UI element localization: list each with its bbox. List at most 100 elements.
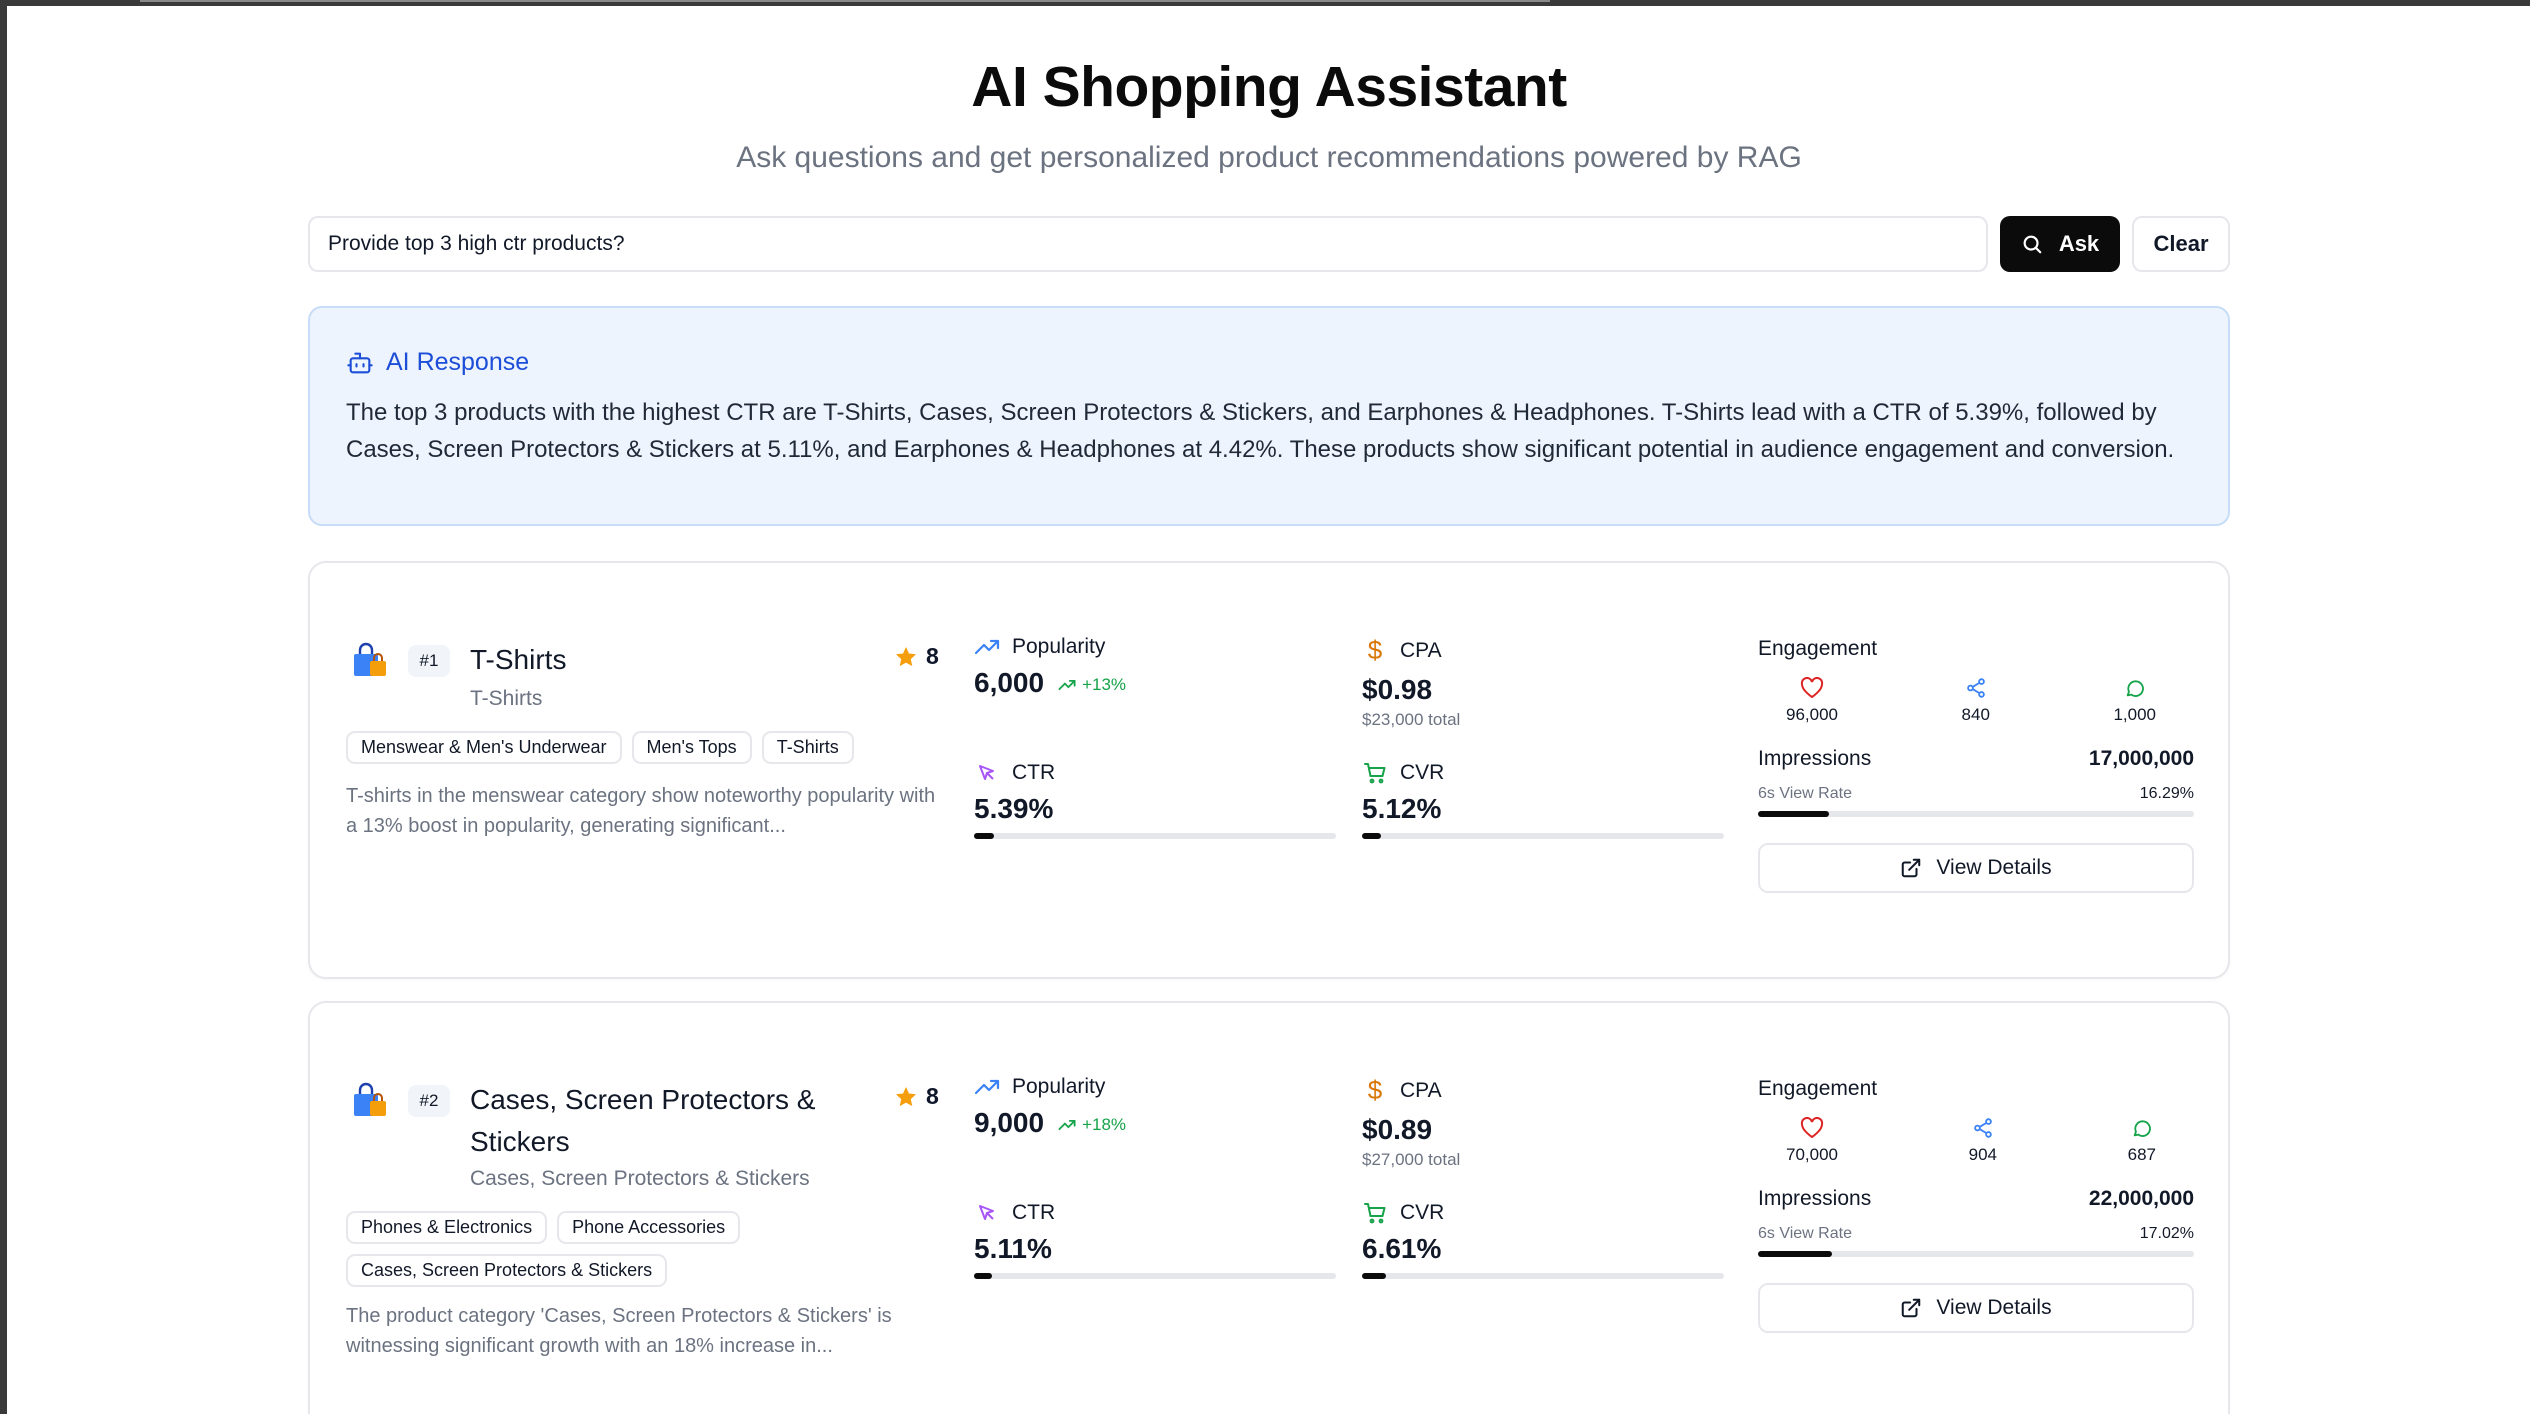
shares-stat: 904 [1969,1117,1997,1165]
popularity-value: 6,000 [974,667,1045,698]
score-badge: 8 [894,643,939,670]
popularity-trend-value: +18% [1082,1115,1127,1134]
impressions-value: 17,000,000 [2088,747,2194,770]
popularity-trend: +18% [1058,1115,1126,1135]
tag-list: Phones & Electronics Phone Accessories C… [346,1211,776,1287]
view-rate-progress [1758,811,2194,817]
ai-response-header: AI Response [346,348,529,377]
engagement-label: Engagement [1758,1077,1878,1100]
ctr-progress-fill [974,833,994,839]
cvr-metric: CVR 6.61% [1362,1201,1724,1279]
cpa-value: $0.89 [1362,1114,1433,1145]
bot-icon [347,352,373,373]
share-icon [1966,678,1985,698]
category-tag[interactable]: Phone Accessories [557,1211,741,1244]
clear-button[interactable]: Clear [2132,216,2230,272]
shares-value: 904 [1968,1145,1997,1164]
view-rate-value: 16.29% [2139,785,2194,802]
search-icon [2023,235,2042,254]
impressions-value: 22,000,000 [2088,1187,2194,1210]
rank-badge: #2 [408,1085,450,1117]
product-description: T-shirts in the menswear category show n… [346,785,936,837]
popularity-metric: Popularity 9,000 +18% [974,1075,1126,1139]
product-card: #1 T-Shirts T-Shirts 8 Menswear & Men's … [308,561,2230,979]
ai-response-label: AI Response [386,348,530,376]
cvr-progress [1362,833,1724,839]
external-link-icon [1902,858,1921,878]
ctr-progress-fill [974,1273,993,1279]
likes-value: 70,000 [1786,1145,1838,1164]
dollar-icon: $ [1367,635,1383,665]
popularity-trend: +13% [1058,675,1126,695]
category-tag[interactable]: Cases, Screen Protectors & Stickers [346,1254,668,1287]
ai-response-panel: AI Response The top 3 products with the … [308,306,2230,526]
trend-up-icon [1058,679,1076,691]
cursor-click-icon [979,1205,994,1220]
view-rate-progress-fill [1758,1251,1833,1257]
page-title: AI Shopping Assistant [971,55,1567,119]
ctr-progress [974,1273,1336,1279]
comment-icon [2133,1120,2151,1137]
product-name: T-Shirts [470,644,567,675]
view-rate-progress-fill [1758,811,1830,817]
cpa-metric: $ CPA $0.89 $27,000 total [1362,1075,1460,1170]
product-subcategory: T-Shirts [470,687,543,710]
popularity-label: Popularity [1012,635,1106,658]
popularity-trend-value: +13% [1082,675,1127,694]
star-icon [896,1086,916,1106]
product-name: Cases, Screen Protectors & Stickers [470,1084,816,1157]
category-tag[interactable]: Phones & Electronics [346,1211,548,1244]
browser-frame-left [0,0,7,1414]
trending-up-icon [974,1079,1000,1095]
heart-icon [1800,677,1824,699]
comments-stat: 1,000 [2113,677,2156,725]
category-tag[interactable]: Men's Tops [631,731,752,764]
trending-up-icon [974,639,1000,655]
heart-icon [1800,1117,1824,1139]
ctr-label: CTR [1012,1201,1056,1224]
ctr-metric: CTR 5.39% [974,761,1336,839]
impressions-label: Impressions [1758,1187,1872,1210]
comments-stat: 687 [2128,1117,2156,1165]
view-details-label: View Details [1936,856,2052,879]
ctr-value: 5.11% [974,1233,1052,1264]
cpa-total: $27,000 total [1362,1150,1461,1169]
cvr-label: CVR [1400,761,1445,784]
comments-value: 687 [2127,1145,2156,1164]
shopping-cart-icon [1364,763,1386,784]
view-rate-progress [1758,1251,2194,1257]
cpa-metric: $ CPA $0.98 $23,000 total [1362,635,1460,730]
engagement-label: Engagement [1758,637,1878,660]
cvr-metric: CVR 5.12% [1362,761,1724,839]
shopping-cart-icon [1364,1203,1386,1224]
cvr-progress [1362,1273,1724,1279]
cursor-click-icon [979,765,994,780]
trend-up-icon [1058,1119,1076,1131]
cpa-label: CPA [1400,638,1442,662]
cvr-label: CVR [1400,1201,1445,1224]
score-value: 8 [926,643,939,669]
likes-stat: 96,000 [1786,677,1838,725]
ask-button[interactable]: Ask [2000,216,2120,272]
browser-tab-highlight [140,0,1550,2]
cvr-value: 6.61% [1362,1233,1442,1264]
search-input[interactable] [308,216,1988,272]
category-tag[interactable]: T-Shirts [761,731,854,764]
shares-value: 840 [1961,705,1990,724]
ctr-label: CTR [1012,761,1056,784]
shopping-bag-icon [354,642,386,676]
cpa-value: $0.98 [1362,674,1433,705]
impressions-label: Impressions [1758,747,1872,770]
popularity-metric: Popularity 6,000 +13% [974,635,1126,699]
ai-response-text: The top 3 products with the highest CTR … [346,399,2175,463]
category-tag[interactable]: Menswear & Men's Underwear [346,731,622,764]
tag-list: Menswear & Men's Underwear Men's Tops T-… [346,731,906,764]
external-link-icon [1902,1298,1921,1318]
comment-icon [2126,680,2144,697]
likes-stat: 70,000 [1786,1117,1838,1165]
view-details-button[interactable]: View Details [1758,843,2194,893]
view-details-button[interactable]: View Details [1758,1283,2194,1333]
comments-value: 1,000 [2113,705,2156,724]
popularity-value: 9,000 [974,1107,1045,1138]
likes-value: 96,000 [1786,705,1838,724]
